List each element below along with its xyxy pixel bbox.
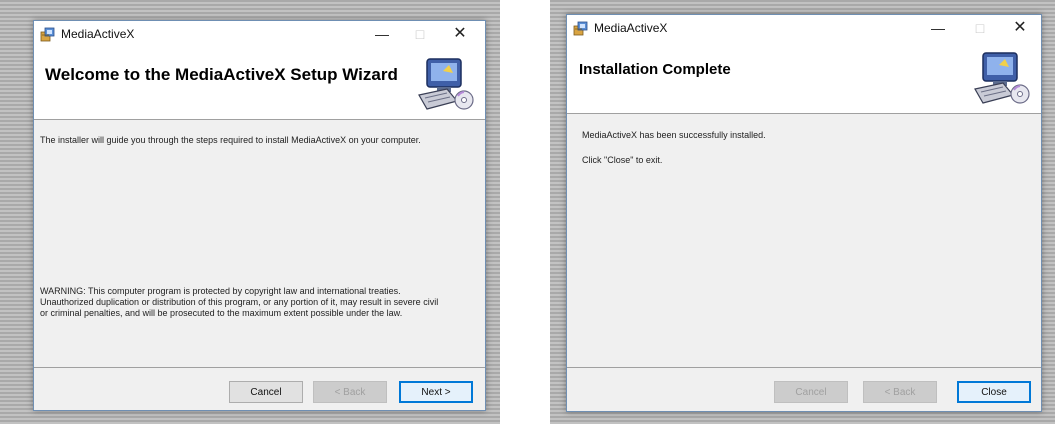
minimize-button[interactable]: — — [925, 17, 951, 39]
close-window-button[interactable]: ✕ — [1007, 17, 1033, 39]
next-button[interactable]: Next > — [399, 381, 473, 403]
installer-package-icon — [573, 21, 588, 36]
minimize-button[interactable]: — — [369, 23, 395, 45]
page-title: Welcome to the MediaActiveX Setup Wizard — [45, 65, 398, 84]
computer-setup-icon — [418, 58, 474, 110]
maximize-button[interactable]: □ — [407, 23, 433, 45]
close-window-button[interactable]: ✕ — [447, 23, 473, 45]
warning-line-2: Unauthorized duplication or distribution… — [40, 297, 439, 307]
right-background-panel: MediaActiveX — □ ✕ Installation Complete… — [550, 0, 1055, 424]
maximize-button[interactable]: □ — [967, 17, 993, 39]
footer-divider — [567, 367, 1041, 368]
cancel-button[interactable]: Cancel — [774, 381, 848, 403]
cancel-button[interactable]: Cancel — [229, 381, 303, 403]
wizard-banner: Installation Complete — [567, 41, 1041, 114]
back-button[interactable]: < Back — [313, 381, 387, 403]
intro-text: The installer will guide you through the… — [40, 135, 421, 145]
computer-setup-icon — [974, 52, 1030, 104]
window-title: MediaActiveX — [61, 27, 135, 41]
back-button[interactable]: < Back — [863, 381, 937, 403]
installer-package-icon — [40, 27, 55, 42]
success-message: MediaActiveX has been successfully insta… — [582, 130, 766, 140]
window-title: MediaActiveX — [594, 21, 668, 35]
title-bar[interactable]: MediaActiveX — □ ✕ — [34, 21, 485, 47]
exit-instruction: Click "Close" to exit. — [582, 155, 663, 165]
wizard-banner: Welcome to the MediaActiveX Setup Wizard — [34, 47, 485, 120]
title-bar[interactable]: MediaActiveX — □ ✕ — [567, 15, 1041, 41]
warning-line-1: WARNING: This computer program is protec… — [40, 286, 401, 296]
setup-wizard-welcome-window: MediaActiveX — □ ✕ Welcome to the MediaA… — [33, 20, 486, 411]
installation-complete-window: MediaActiveX — □ ✕ Installation Complete… — [566, 14, 1042, 412]
page-title: Installation Complete — [579, 61, 731, 78]
close-button[interactable]: Close — [957, 381, 1031, 403]
warning-line-3: or criminal penalties, and will be prose… — [40, 308, 403, 318]
footer-divider — [34, 367, 485, 368]
left-background-panel: MediaActiveX — □ ✕ Welcome to the MediaA… — [0, 0, 500, 424]
